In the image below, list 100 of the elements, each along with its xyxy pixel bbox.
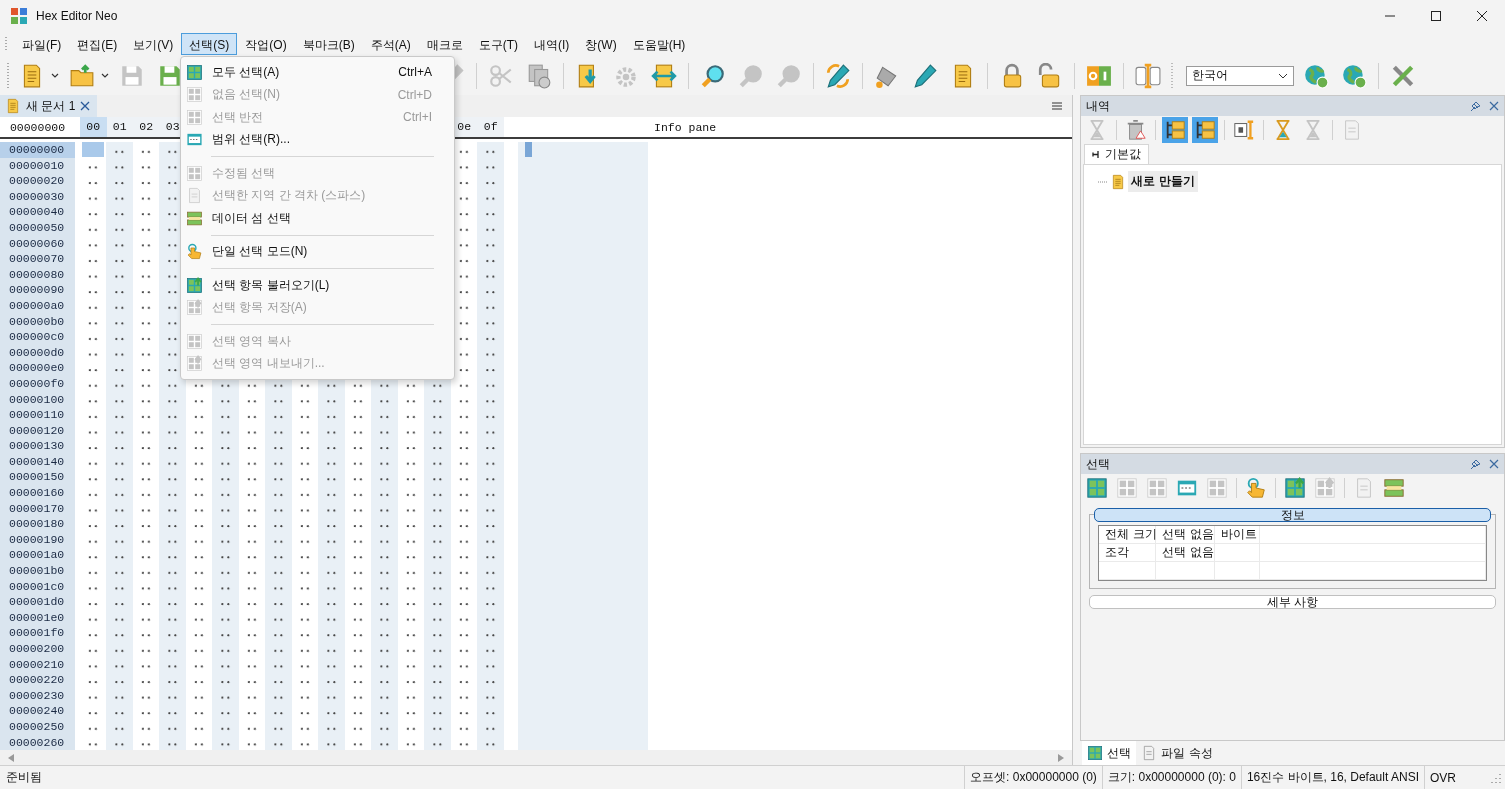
menu-item[interactable]: 파일(F) bbox=[14, 33, 70, 55]
menu-item[interactable]: 보기(V) bbox=[125, 33, 182, 55]
shortcut-label: Ctrl+A bbox=[398, 65, 432, 80]
table-cell: 선택 없음 bbox=[1156, 526, 1216, 545]
menu-icon[interactable] bbox=[1052, 102, 1063, 110]
menu-item[interactable]: 도구(T) bbox=[470, 33, 526, 55]
offset-label: 000000c0 bbox=[8, 329, 66, 345]
table-cell: 전체 크기 bbox=[1099, 526, 1157, 545]
offset-label: 000001e0 bbox=[8, 609, 66, 626]
offset-label: 000000f0 bbox=[8, 375, 66, 392]
offset-label: 00000110 bbox=[8, 407, 66, 423]
menu-item[interactable]: 선택(S) bbox=[181, 33, 238, 55]
scroll-left-icon[interactable] bbox=[8, 753, 14, 762]
offset-label: 00000210 bbox=[8, 656, 66, 673]
grid-icon bbox=[186, 332, 203, 350]
offset-label: 00000140 bbox=[8, 453, 66, 470]
table-cell bbox=[1099, 562, 1157, 581]
offset-label: 00000100 bbox=[8, 391, 66, 408]
toolbar-button[interactable] bbox=[1192, 117, 1219, 143]
caret-icon bbox=[51, 72, 59, 79]
app-logo-icon bbox=[10, 7, 28, 25]
branch-icon bbox=[1164, 119, 1187, 141]
group-header[interactable]: 세부 사항 bbox=[1089, 595, 1496, 610]
toolbar-button[interactable] bbox=[1162, 117, 1189, 143]
offset-label: 000001b0 bbox=[8, 563, 66, 579]
offset-label: 00000120 bbox=[8, 422, 66, 439]
tree-connector bbox=[1098, 180, 1109, 183]
status-message: 준비됨 bbox=[5, 769, 42, 786]
offset-label: 00000090 bbox=[8, 282, 66, 298]
cursor-cell bbox=[82, 142, 104, 157]
offset-label: 000001c0 bbox=[8, 578, 66, 595]
group-header[interactable]: 정보 bbox=[1094, 508, 1491, 523]
folder-icon bbox=[69, 62, 95, 89]
offset-label: 00000240 bbox=[8, 703, 66, 719]
search-icon bbox=[776, 62, 802, 89]
menu-item[interactable]: 범위 선택(R)... bbox=[181, 128, 454, 151]
stacked-bars-icon bbox=[186, 209, 203, 227]
grid-icon bbox=[186, 164, 203, 182]
column-header: 03 bbox=[164, 119, 181, 135]
menu-item[interactable]: 모두 선택(A) Ctrl+A bbox=[181, 61, 454, 84]
shortcut-label: Ctrl+D bbox=[397, 87, 432, 102]
grid-icon bbox=[1206, 477, 1229, 500]
swap-arrows-icon bbox=[651, 62, 677, 89]
offset-label: 00000020 bbox=[8, 173, 66, 189]
search-icon bbox=[738, 62, 764, 89]
grid-icon bbox=[186, 86, 203, 104]
offset-label: 00000180 bbox=[8, 516, 66, 532]
offset-label: 00000130 bbox=[8, 438, 66, 454]
offset-label: 00000030 bbox=[8, 188, 66, 205]
panel-tab[interactable]: 파일 속성 bbox=[1136, 741, 1218, 765]
pin-icon[interactable] bbox=[1470, 458, 1481, 470]
menu-item[interactable]: 단일 선택 모드(N) bbox=[181, 240, 454, 263]
resize-grip-icon[interactable] bbox=[1491, 772, 1501, 783]
offset-label: 00000000 bbox=[0, 142, 75, 158]
offset-label: 00000060 bbox=[8, 235, 66, 252]
pointing-hand-icon bbox=[1245, 477, 1268, 500]
search-icon bbox=[700, 62, 726, 89]
maximize-icon[interactable] bbox=[1430, 10, 1442, 22]
menu-item[interactable]: 편집(E) bbox=[69, 33, 126, 55]
branch-icon bbox=[1194, 119, 1217, 141]
grip-icon bbox=[6, 61, 10, 90]
offset-label: 00000170 bbox=[8, 500, 66, 517]
menu-item[interactable]: 데이터 섬 선택 bbox=[181, 207, 454, 230]
copy-icon bbox=[526, 62, 552, 89]
table-cell bbox=[1156, 562, 1216, 581]
offset-label: 00000230 bbox=[8, 687, 66, 704]
pin-icon bbox=[1092, 150, 1102, 159]
column-header: 01 bbox=[111, 119, 128, 135]
close-icon[interactable] bbox=[1476, 10, 1488, 22]
shortcut-label: Ctrl+I bbox=[403, 110, 432, 125]
menu-item[interactable]: 주석(A) bbox=[362, 33, 419, 55]
stacked-bars-icon bbox=[1383, 477, 1406, 500]
menu-item[interactable]: 북마크(B) bbox=[294, 33, 363, 55]
offset-label: 00000250 bbox=[8, 718, 66, 735]
document-tab[interactable]: 새 문서 1 bbox=[0, 95, 98, 117]
globe-icon bbox=[1341, 62, 1367, 89]
history-tab[interactable]: 기본값 bbox=[1084, 144, 1150, 164]
offset-label: 000001d0 bbox=[8, 594, 66, 610]
table-cell: 선택 없음 bbox=[1156, 544, 1216, 563]
language-dropdown[interactable]: 한국어 bbox=[1186, 65, 1294, 86]
pencil-arrows-icon bbox=[825, 62, 851, 89]
text-caret bbox=[525, 142, 532, 157]
history-item[interactable]: 새로 만들기 bbox=[1128, 171, 1198, 192]
panel-tab[interactable]: 선택 bbox=[1082, 741, 1137, 765]
menu-item[interactable]: 매크로 bbox=[418, 33, 471, 55]
menu-item[interactable]: 도움말(H) bbox=[624, 33, 694, 55]
menu-item[interactable]: 작업(O) bbox=[237, 33, 295, 55]
scroll-right-icon[interactable] bbox=[1058, 753, 1065, 762]
menu-item[interactable]: 내역(I) bbox=[526, 33, 578, 55]
caret-icon bbox=[101, 72, 109, 79]
offset-label: 00000160 bbox=[8, 485, 66, 501]
pencil-icon bbox=[912, 62, 938, 89]
grip-icon bbox=[4, 36, 8, 52]
offset-label: 000000b0 bbox=[8, 313, 66, 330]
menu-item[interactable]: 창(W) bbox=[577, 33, 625, 55]
table-cell: 바이트 bbox=[1215, 526, 1261, 545]
pin-icon[interactable] bbox=[1470, 100, 1481, 112]
offset-label: 00000200 bbox=[8, 641, 66, 657]
menu-item[interactable]: 선택 항목 불러오기(L) bbox=[181, 274, 454, 297]
offset-label: 00000150 bbox=[8, 469, 66, 486]
